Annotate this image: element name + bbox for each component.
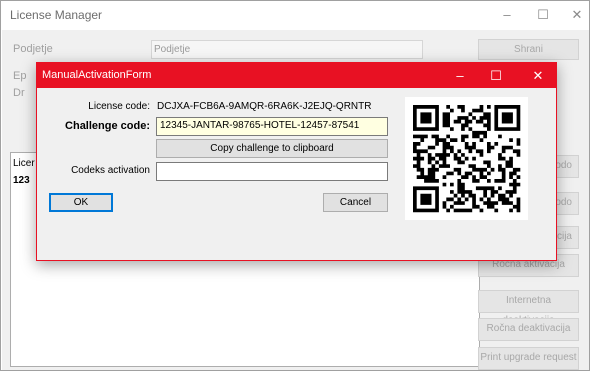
- dialog-title: ManualActivationForm: [42, 69, 152, 81]
- internet-deactivation-button[interactable]: Internetna deaktivacija: [478, 290, 579, 326]
- maximize-button[interactable]: ☐: [525, 4, 561, 26]
- title-bar: License Manager – ☐ ✕: [1, 1, 589, 29]
- license-code-value: DCJXA-FCB6A-9AMQR-6RA6K-J2EJQ-QRNTR: [157, 101, 372, 112]
- ok-button[interactable]: OK: [49, 193, 113, 212]
- dialog-maximize-button[interactable]: ☐: [478, 63, 514, 88]
- dialog-close-button[interactable]: ✕: [520, 63, 556, 88]
- activation-label: Codeks activation: [71, 165, 150, 176]
- qr-code-icon: [405, 97, 528, 220]
- license-code-label: License code:: [88, 101, 150, 112]
- minimize-button[interactable]: –: [489, 4, 525, 26]
- manual-deactivation-button[interactable]: Ročna deaktivacija: [478, 318, 579, 341]
- dialog-title-bar: ManualActivationForm – ☐ ✕: [37, 63, 556, 88]
- cancel-button[interactable]: Cancel: [323, 193, 388, 212]
- window-title: License Manager: [10, 8, 103, 22]
- field3-label: Dr: [13, 87, 25, 99]
- save-button[interactable]: Shrani: [478, 39, 579, 60]
- activation-field[interactable]: [156, 162, 388, 181]
- qr-code-graphic: [413, 105, 521, 213]
- print-upgrade-request-button[interactable]: Print upgrade request: [478, 347, 579, 370]
- challenge-code-field[interactable]: 12345-JANTAR-98765-HOTEL-12457-87541: [156, 117, 388, 136]
- company-label: Podjetje: [13, 43, 53, 55]
- field2-label: Ep: [13, 70, 27, 82]
- copy-challenge-button[interactable]: Copy challenge to clipboard: [156, 139, 388, 158]
- qr-modules: [413, 105, 521, 213]
- dialog-minimize-button[interactable]: –: [442, 63, 478, 88]
- list-item[interactable]: 123: [13, 175, 30, 186]
- close-button[interactable]: ✕: [559, 4, 590, 26]
- list-header: Licer: [13, 158, 35, 169]
- manual-activation-dialog: ManualActivationForm – ☐ ✕ License code:…: [36, 62, 557, 261]
- challenge-code-label: Challenge code:: [65, 120, 150, 132]
- company-field[interactable]: Podjetje: [151, 40, 423, 59]
